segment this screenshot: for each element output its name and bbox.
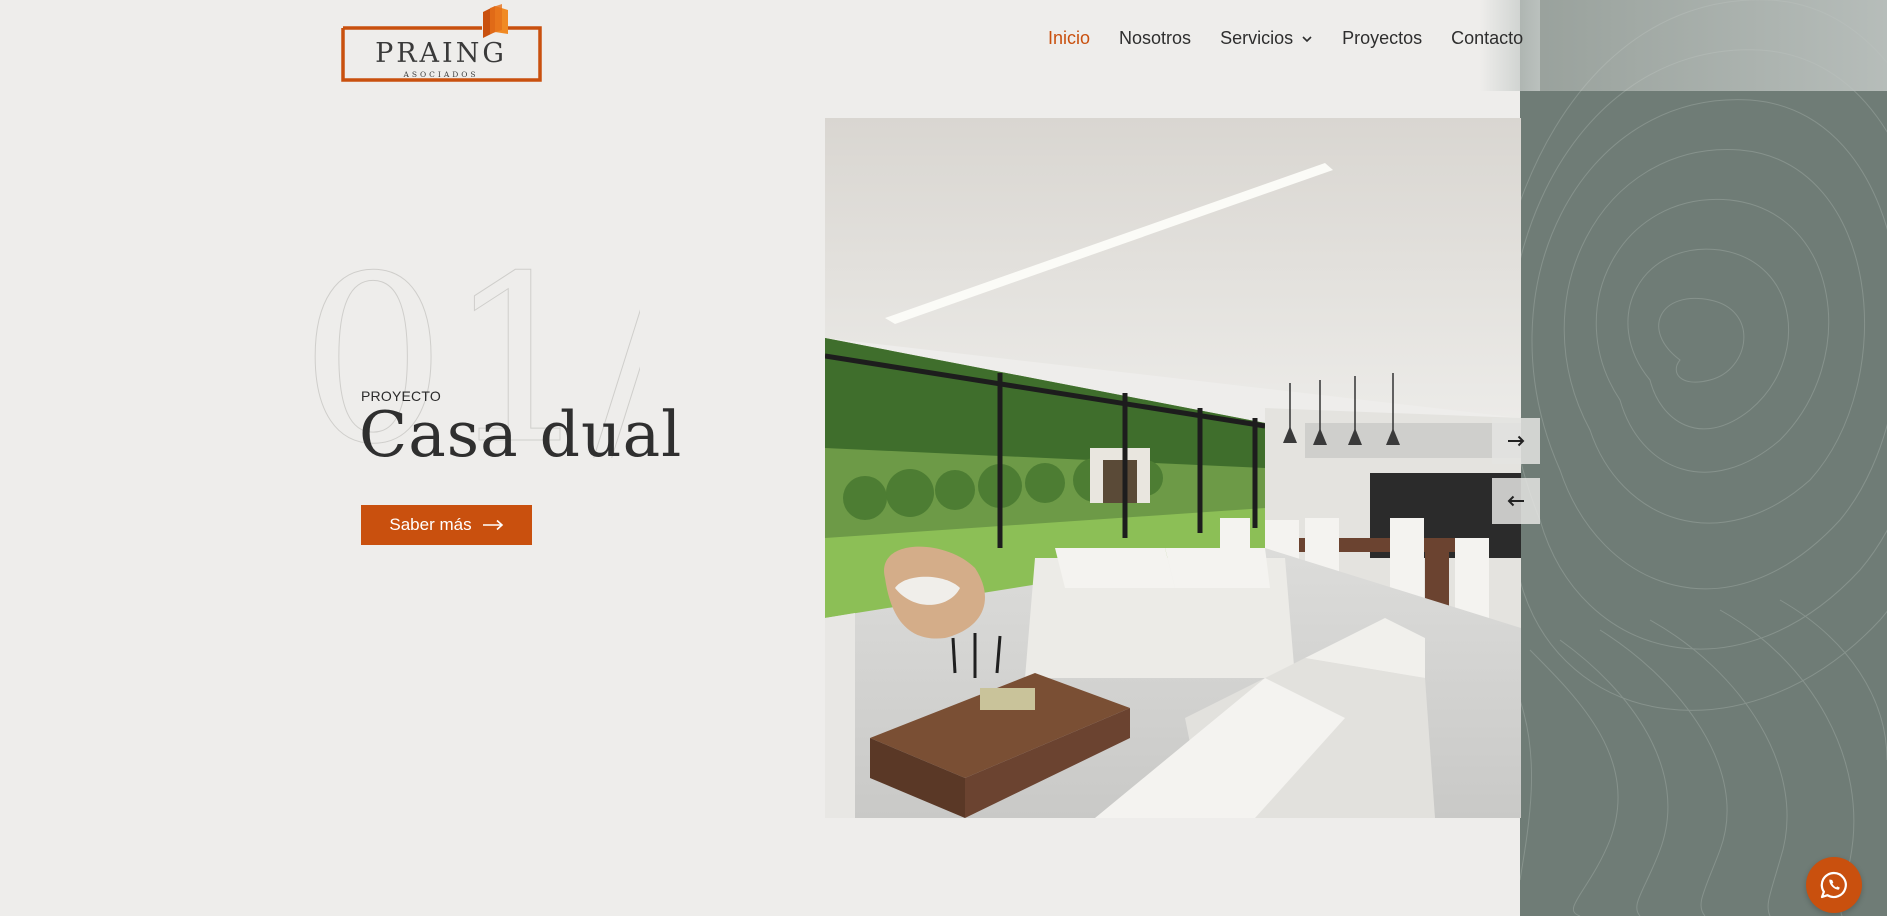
slider-next-button[interactable] (1492, 418, 1540, 464)
hero-title: Casa dual (359, 398, 683, 471)
saber-mas-button[interactable]: Saber más (361, 505, 532, 545)
brand-name: PRAING (375, 38, 507, 69)
nav-item-inicio[interactable]: Inicio (1048, 28, 1090, 49)
cta-label: Saber más (389, 515, 472, 534)
nav-item-nosotros[interactable]: Nosotros (1119, 28, 1191, 49)
main-nav: Inicio Nosotros Servicios Proyectos Cont… (1048, 28, 1523, 49)
slider-prev-button[interactable] (1492, 478, 1540, 524)
brand-tagline: ASOCIADOS (402, 70, 478, 79)
whatsapp-icon (1820, 871, 1847, 899)
brand-logo[interactable]: PRAING ASOCIADOS (340, 4, 542, 82)
nav-item-servicios[interactable]: Servicios (1220, 28, 1313, 49)
nav-item-label: Servicios (1220, 28, 1294, 48)
nav-item-label: Inicio (1048, 28, 1091, 48)
book-icon (483, 4, 508, 38)
nav-item-label: Contacto (1451, 28, 1524, 48)
nav-item-contacto[interactable]: Contacto (1451, 28, 1523, 49)
nav-item-proyectos[interactable]: Proyectos (1342, 28, 1422, 49)
chevron-down-icon (1302, 35, 1312, 42)
arrow-right-icon (482, 519, 503, 531)
decorative-side-panel (1520, 0, 1887, 916)
header-haze (1520, 0, 1887, 91)
arrow-right-icon (1508, 435, 1525, 447)
topographic-pattern (1520, 0, 1887, 916)
nav-item-label: Proyectos (1342, 28, 1423, 48)
hero-image (825, 118, 1521, 818)
whatsapp-button[interactable] (1806, 857, 1862, 913)
arrow-left-icon (1507, 495, 1524, 507)
nav-item-label: Nosotros (1119, 28, 1192, 48)
